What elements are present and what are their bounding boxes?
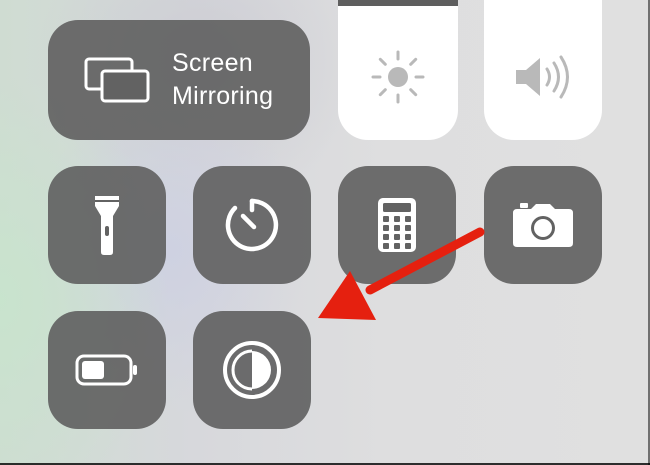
screen-mirroring-label-line2: Mirroring — [172, 82, 274, 110]
camera-button[interactable] — [484, 166, 602, 284]
timer-button[interactable] — [193, 166, 311, 284]
screen-mirroring-icon — [84, 57, 152, 103]
screen-mirroring-button[interactable]: Screen Mirroring — [48, 20, 310, 140]
battery-icon — [75, 354, 139, 386]
low-power-mode-button[interactable] — [48, 311, 166, 429]
flashlight-icon — [94, 194, 120, 256]
screen-mirroring-label: Screen Mirroring — [172, 47, 273, 113]
volume-slider[interactable] — [484, 0, 602, 140]
calculator-icon — [377, 197, 417, 253]
screen-mirroring-label-line1: Screen — [172, 49, 254, 77]
invert-colors-button[interactable] — [193, 311, 311, 429]
brightness-level-fill — [338, 0, 458, 6]
speaker-icon — [512, 52, 574, 107]
camera-icon — [512, 203, 574, 247]
flashlight-button[interactable] — [48, 166, 166, 284]
sun-icon — [369, 48, 427, 111]
contrast-icon — [221, 339, 283, 401]
brightness-slider[interactable] — [338, 0, 458, 140]
timer-icon — [222, 195, 282, 255]
calculator-button[interactable] — [338, 166, 456, 284]
